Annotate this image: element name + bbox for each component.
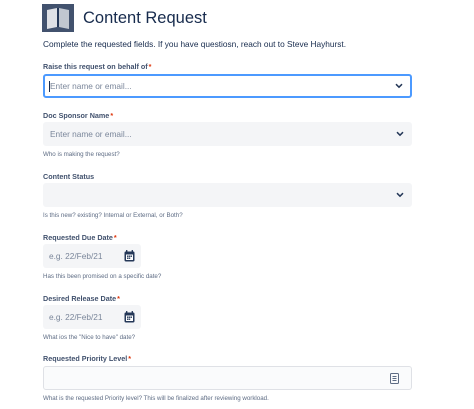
chevron-down-icon[interactable] bbox=[396, 192, 404, 198]
desired-release-date-label: Desired Release Date* bbox=[43, 294, 120, 303]
doc-sponsor-select[interactable]: Enter name or email... bbox=[43, 122, 412, 146]
calendar-icon[interactable] bbox=[124, 311, 135, 323]
required-asterisk: * bbox=[148, 62, 152, 71]
requested-due-date-label-text: Requested Due Date bbox=[43, 233, 113, 242]
content-status-label-text: Content Status bbox=[43, 172, 95, 181]
chevron-down-icon[interactable] bbox=[395, 83, 403, 89]
required-asterisk: * bbox=[113, 233, 117, 242]
doc-sponsor-label-text: Doc Sponsor Name bbox=[43, 111, 110, 120]
requested-due-date-help: Has this been promised on a specific dat… bbox=[43, 273, 162, 280]
book-icon bbox=[42, 4, 74, 32]
requested-due-date-label: Requested Due Date* bbox=[43, 233, 117, 242]
required-asterisk: * bbox=[117, 294, 120, 303]
desired-release-date-label-text: Desired Release Date bbox=[43, 294, 117, 303]
form-intro: Complete the requested fields. If you ha… bbox=[43, 39, 347, 49]
content-status-select[interactable] bbox=[43, 183, 412, 207]
calendar-icon[interactable] bbox=[124, 250, 135, 262]
requested-priority-input[interactable] bbox=[43, 366, 412, 390]
requested-due-date-placeholder: e.g. 22/Feb/21 bbox=[49, 251, 103, 261]
chevron-down-icon[interactable] bbox=[396, 131, 404, 137]
desired-release-date-picker[interactable]: e.g. 22/Feb/21 bbox=[43, 305, 141, 329]
desired-release-date-help: What ios the "Nice to have" date? bbox=[43, 334, 136, 341]
requested-due-date-picker[interactable]: e.g. 22/Feb/21 bbox=[43, 244, 141, 268]
requested-priority-label-text: Requested Priority Level bbox=[43, 354, 128, 363]
raise-on-behalf-label-text: Raise this request on behalf of bbox=[43, 62, 148, 71]
content-status-label: Content Status bbox=[43, 172, 94, 181]
doc-sponsor-placeholder: Enter name or email... bbox=[50, 129, 132, 139]
form-title: Content Request bbox=[83, 8, 207, 27]
content-status-help: Is this new? existing? Internal or Exter… bbox=[43, 212, 183, 219]
requested-priority-label: Requested Priority Level* bbox=[43, 354, 131, 363]
raise-on-behalf-select[interactable]: Enter name or email... bbox=[43, 74, 412, 98]
required-asterisk: * bbox=[110, 111, 114, 120]
required-asterisk: * bbox=[128, 354, 132, 363]
requested-priority-help: What is the requested Priority level? Th… bbox=[43, 395, 269, 402]
raise-on-behalf-label: Raise this request on behalf of* bbox=[43, 62, 151, 71]
form-header: Content Request bbox=[42, 3, 207, 33]
list-icon[interactable] bbox=[390, 373, 399, 384]
doc-sponsor-help: Who is making the request? bbox=[43, 151, 120, 158]
raise-on-behalf-placeholder: Enter name or email... bbox=[50, 81, 132, 91]
doc-sponsor-label: Doc Sponsor Name* bbox=[43, 111, 113, 120]
desired-release-date-placeholder: e.g. 22/Feb/21 bbox=[49, 312, 103, 322]
